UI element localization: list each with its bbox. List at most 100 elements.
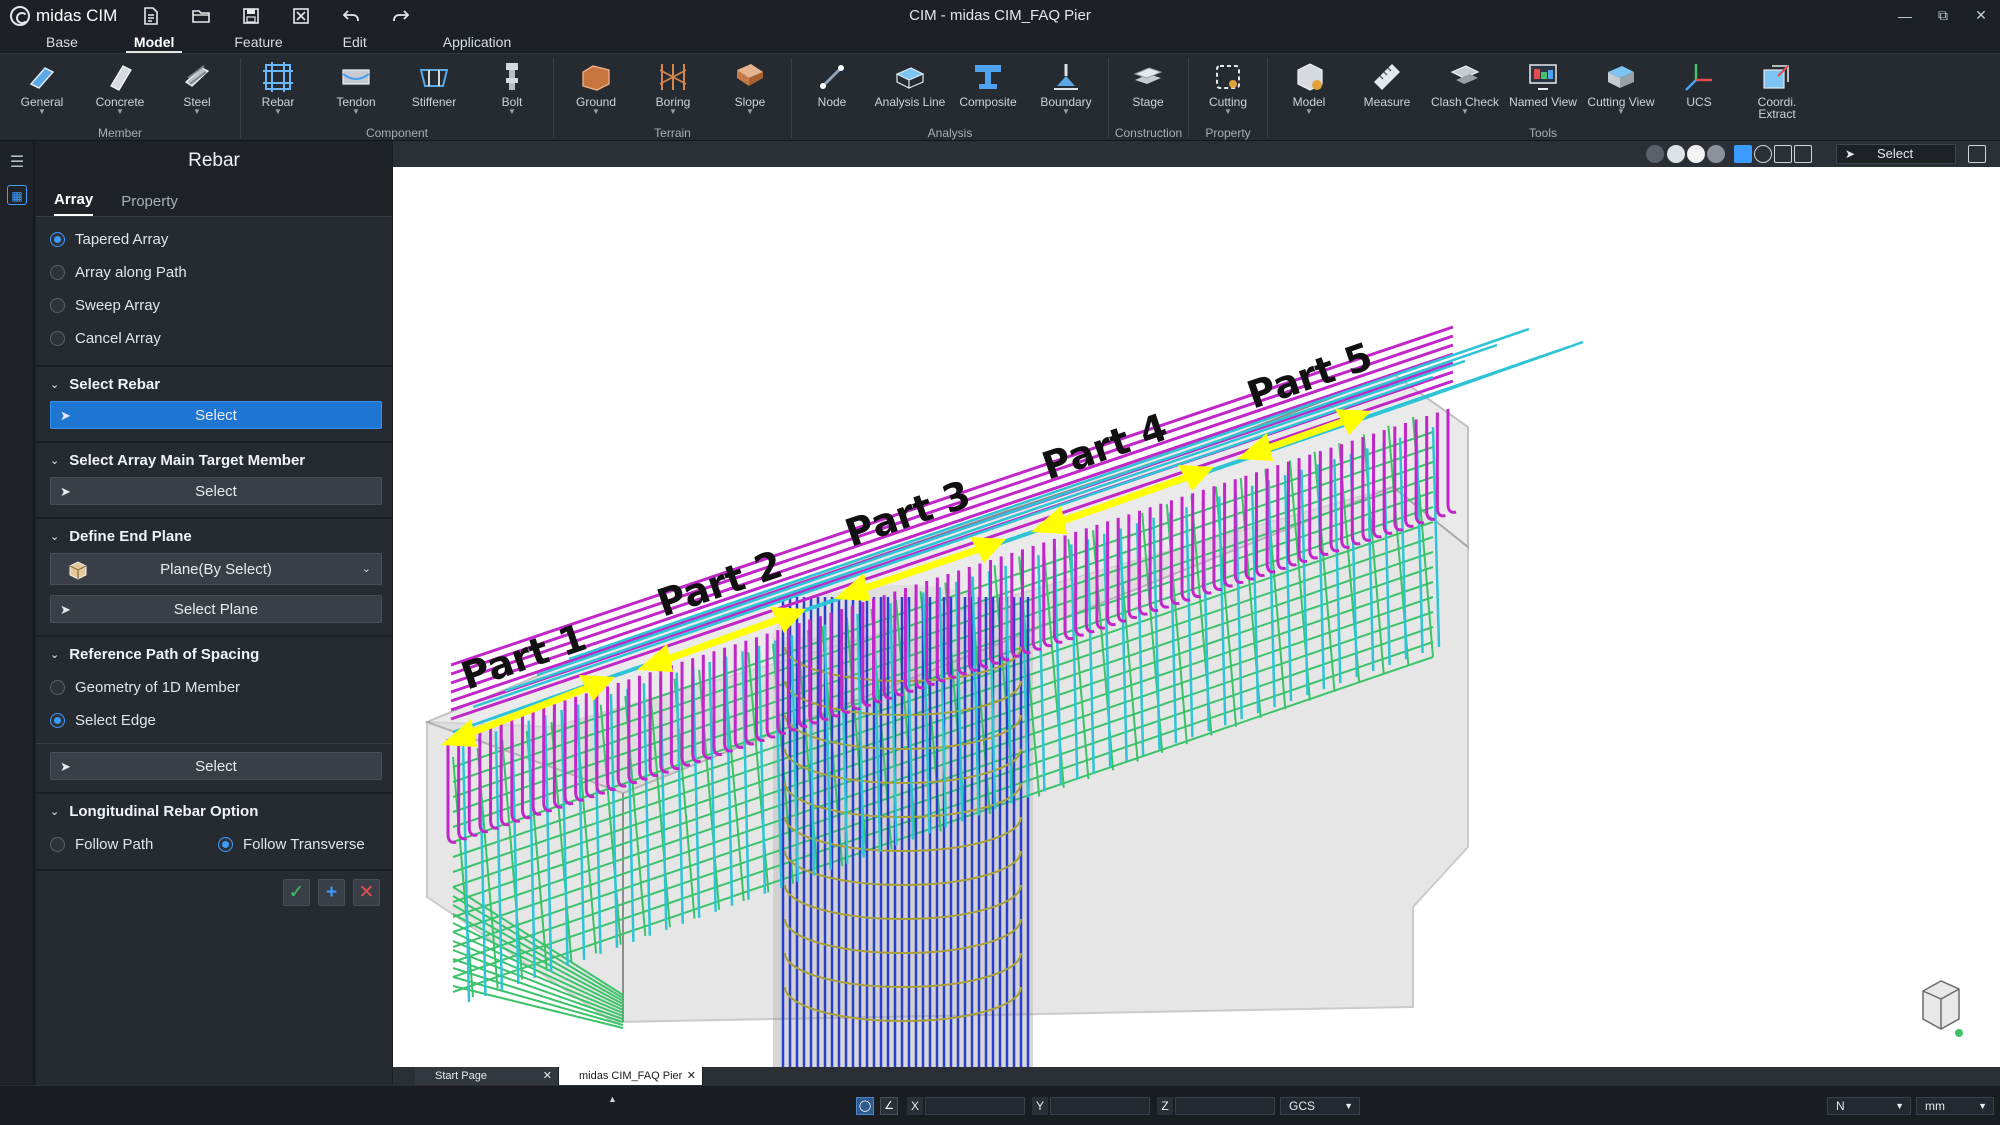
coordi-extract-button[interactable]: Coordi. Extract xyxy=(1742,60,1812,122)
steel-button[interactable]: Steel ▼ xyxy=(162,60,232,122)
render-mode-icon[interactable] xyxy=(1646,145,1664,163)
radio-button-selected[interactable] xyxy=(50,713,65,728)
rebar-icon xyxy=(263,62,293,92)
select-target-button[interactable]: ➤ Select xyxy=(50,477,382,505)
tab-model[interactable]: Model xyxy=(125,31,183,53)
length-unit-dropdown[interactable]: mm ▼ xyxy=(1916,1097,1994,1115)
named-view-button[interactable]: Named View xyxy=(1508,60,1578,122)
viewport-settings-icon[interactable] xyxy=(1968,145,1986,163)
model-tree-icon[interactable]: ☰ xyxy=(7,153,27,173)
tab-base[interactable]: Base xyxy=(38,31,86,53)
section-header[interactable]: ⌄ Define End Plane xyxy=(36,519,392,553)
section-header[interactable]: ⌄ Longitudinal Rebar Option xyxy=(36,794,392,828)
tendon-button[interactable]: Tendon ▼ xyxy=(321,60,391,122)
box-select-icon[interactable] xyxy=(1734,145,1752,163)
tool-panel-icon[interactable]: ▦ xyxy=(7,185,27,205)
line-select-icon[interactable] xyxy=(1794,145,1812,163)
concrete-button[interactable]: Concrete ▼ xyxy=(85,60,155,122)
tab-property[interactable]: Property xyxy=(121,193,178,216)
node-button[interactable]: Node xyxy=(797,60,867,122)
view-cube-icon[interactable] xyxy=(1922,980,1963,1037)
polygon-select-icon[interactable] xyxy=(1774,145,1792,163)
tab-edit[interactable]: Edit xyxy=(335,31,375,53)
restore-icon[interactable]: ⧉ xyxy=(1924,0,1962,31)
select-plane-button[interactable]: ➤ Select Plane xyxy=(50,595,382,623)
ground-button[interactable]: Ground ▼ xyxy=(561,60,631,122)
radio-geometry-1d-member[interactable]: Geometry of 1D Member xyxy=(36,671,392,704)
radio-button-selected[interactable] xyxy=(218,837,233,852)
minimize-icon[interactable]: — xyxy=(1886,0,1924,31)
redo-icon[interactable] xyxy=(390,5,412,27)
apply-check-icon[interactable]: ✓ xyxy=(283,879,310,906)
coord-system-dropdown[interactable]: GCS ▼ xyxy=(1280,1097,1360,1115)
x-coordinate-field[interactable] xyxy=(925,1097,1025,1115)
cancel-close-icon[interactable]: ✕ xyxy=(353,879,380,906)
clash-check-button[interactable]: Clash Check ▼ xyxy=(1430,60,1500,122)
radio-cancel-array[interactable]: Cancel Array xyxy=(36,322,392,355)
new-file-icon[interactable] xyxy=(140,5,162,27)
add-plus-icon[interactable]: + xyxy=(318,879,345,906)
ribbon-group-property: Cutting ▼ Property xyxy=(1189,54,1267,142)
radio-button[interactable] xyxy=(50,680,65,695)
close-tab-icon[interactable]: ✕ xyxy=(543,1067,552,1085)
close-tab-icon[interactable]: ✕ xyxy=(687,1067,696,1085)
section-header[interactable]: ⌄ Reference Path of Spacing xyxy=(36,637,392,671)
radio-follow-path[interactable]: Follow Path xyxy=(50,836,218,853)
radio-button[interactable] xyxy=(50,298,65,313)
measure-button[interactable]: Measure xyxy=(1352,60,1422,122)
stiffener-button[interactable]: Stiffener xyxy=(399,60,469,122)
rebar-button[interactable]: Rebar ▼ xyxy=(243,60,313,122)
z-coordinate-field[interactable] xyxy=(1175,1097,1275,1115)
y-coordinate-field[interactable] xyxy=(1050,1097,1150,1115)
model-button[interactable]: Model ▼ xyxy=(1274,60,1344,122)
open-folder-icon[interactable] xyxy=(190,5,212,27)
tab-midas-cim-faq-pier[interactable]: midas CIM_FAQ Pier ✕ xyxy=(559,1067,703,1085)
wire-mode-icon[interactable] xyxy=(1707,145,1725,163)
bolt-icon xyxy=(506,63,518,90)
radio-follow-transverse[interactable]: Follow Transverse xyxy=(218,836,386,853)
boring-icon xyxy=(659,64,687,90)
undo-icon[interactable] xyxy=(340,5,362,27)
save-icon[interactable] xyxy=(240,5,262,27)
plane-type-dropdown[interactable]: Plane(By Select) ⌄ xyxy=(50,553,382,585)
analysis-line-button[interactable]: Analysis Line xyxy=(875,60,945,122)
cutting-button[interactable]: Cutting ▼ xyxy=(1193,60,1263,122)
general-button[interactable]: General ▼ xyxy=(7,60,77,122)
radio-array-along-path[interactable]: Array along Path xyxy=(36,256,392,289)
expand-up-icon[interactable]: ▲ xyxy=(608,1094,617,1104)
tab-start-page[interactable]: Start Page ✕ xyxy=(415,1067,559,1085)
section-header[interactable]: ⌄ Select Array Main Target Member xyxy=(36,443,392,477)
status-bar: ▲ ◯ ∠ X Y Z GCS ▼ N ▼ mm ▼ xyxy=(0,1085,2000,1125)
radio-button-selected[interactable] xyxy=(50,232,65,247)
ortho-icon[interactable]: ∠ xyxy=(880,1097,898,1115)
radio-button[interactable] xyxy=(50,265,65,280)
cutting-view-button[interactable]: Cutting View ▼ xyxy=(1586,60,1656,122)
3d-viewport[interactable]: Part 1 Part 2 Part 3 Part 4 Part 5 xyxy=(393,167,2000,1067)
radio-sweep-array[interactable]: Sweep Array xyxy=(36,289,392,322)
tab-array[interactable]: Array xyxy=(54,191,94,216)
select-edge-button[interactable]: ➤ Select xyxy=(50,752,382,780)
select-rebar-button[interactable]: ➤ Select xyxy=(50,401,382,429)
circle-select-icon[interactable] xyxy=(1754,145,1772,163)
radio-button[interactable] xyxy=(50,331,65,346)
close-file-icon[interactable] xyxy=(290,5,312,27)
force-unit-dropdown[interactable]: N ▼ xyxy=(1827,1097,1911,1115)
shaded-mode-icon[interactable] xyxy=(1667,145,1685,163)
selection-mode-field[interactable]: ➤ Select xyxy=(1836,144,1956,164)
boundary-button[interactable]: Boundary ▼ xyxy=(1031,60,1101,122)
section-header[interactable]: ⌄ Select Rebar xyxy=(36,367,392,401)
white-mode-icon[interactable] xyxy=(1687,145,1705,163)
composite-button[interactable]: Composite xyxy=(953,60,1023,122)
tab-feature[interactable]: Feature xyxy=(226,31,290,53)
close-icon[interactable]: ✕ xyxy=(1962,0,2000,31)
radio-select-edge[interactable]: Select Edge xyxy=(36,704,392,737)
boring-button[interactable]: Boring ▼ xyxy=(638,60,708,122)
radio-button[interactable] xyxy=(50,837,65,852)
stage-button[interactable]: Stage xyxy=(1113,60,1183,122)
radio-tapered-array[interactable]: Tapered Array xyxy=(36,223,392,256)
tab-application[interactable]: Application xyxy=(435,31,520,53)
bolt-button[interactable]: Bolt ▼ xyxy=(477,60,547,122)
slope-button[interactable]: Slope ▼ xyxy=(715,60,785,122)
ucs-button[interactable]: UCS xyxy=(1664,60,1734,122)
snap-icon[interactable]: ◯ xyxy=(856,1097,874,1115)
